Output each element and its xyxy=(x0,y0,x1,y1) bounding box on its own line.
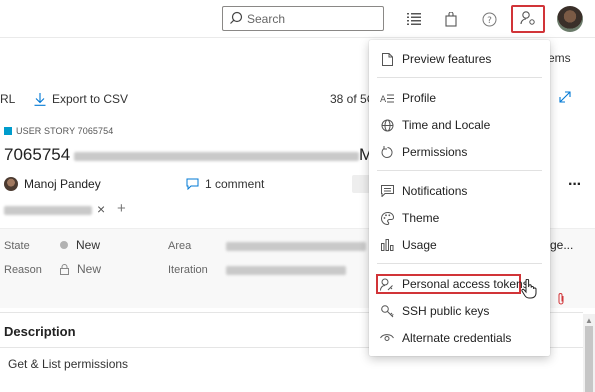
expand-icon[interactable] xyxy=(558,90,572,107)
comments-link[interactable]: 1 comment xyxy=(186,177,264,191)
state-label: State xyxy=(4,240,30,252)
hand-cursor-icon xyxy=(521,278,537,302)
iteration-label: Iteration xyxy=(168,264,208,276)
menu-item-ssh-public-keys[interactable]: SSH public keys xyxy=(369,299,550,323)
user-settings-menu: Preview features A Profile Time and Loca… xyxy=(369,40,550,356)
comment-icon xyxy=(186,178,199,190)
add-tag-button[interactable]: + xyxy=(117,200,126,217)
state-value: New xyxy=(76,238,101,252)
avatar[interactable] xyxy=(557,6,583,32)
state-dot xyxy=(60,241,68,249)
menu-item-profile[interactable]: A Profile xyxy=(369,86,550,110)
menu-item-permissions[interactable]: Permissions xyxy=(369,140,550,164)
help-icon[interactable]: ? xyxy=(479,9,499,29)
follow-button[interactable] xyxy=(352,175,370,193)
download-icon xyxy=(34,92,46,106)
menu-item-label: SSH public keys xyxy=(402,304,490,318)
reason-value: New xyxy=(77,262,102,276)
lock-icon xyxy=(60,263,69,275)
svg-text:?: ? xyxy=(487,16,492,26)
assigned-user[interactable]: Manoj Pandey xyxy=(4,177,101,191)
chat-icon xyxy=(380,184,394,198)
menu-item-label: Alternate credentials xyxy=(402,331,512,345)
menu-item-notifications[interactable]: Notifications xyxy=(369,179,550,203)
eye-icon xyxy=(380,331,394,345)
scroll-up-icon[interactable]: ▲ xyxy=(585,316,593,325)
palette-icon xyxy=(380,211,394,225)
items-partial-text: ems xyxy=(548,51,571,65)
search-input[interactable]: Search xyxy=(247,12,285,26)
menu-item-usage[interactable]: Usage xyxy=(369,233,550,257)
top-bar: Search ? xyxy=(0,0,595,38)
menu-item-time-and-locale[interactable]: Time and Locale xyxy=(369,113,550,137)
remove-tag-button[interactable]: × xyxy=(97,201,105,217)
list-icon[interactable] xyxy=(404,9,424,29)
attachment-icon[interactable] xyxy=(556,292,566,309)
menu-item-label: Permissions xyxy=(402,145,468,159)
menu-item-label: Preview features xyxy=(402,52,492,66)
reason-field[interactable]: New xyxy=(60,262,101,276)
work-item-type-label: USER STORY 7065754 xyxy=(16,126,114,136)
menu-item-label: Time and Locale xyxy=(402,118,491,132)
area-suffix: ge... xyxy=(550,238,574,252)
redacted-area[interactable] xyxy=(226,242,366,251)
user-settings-icon xyxy=(520,10,536,29)
menu-item-theme[interactable]: Theme xyxy=(369,206,550,230)
svg-text:A: A xyxy=(380,95,387,104)
refresh-icon xyxy=(380,145,394,159)
export-csv-label: Export to CSV xyxy=(52,92,129,106)
bar-chart-icon xyxy=(380,238,394,252)
reason-label: Reason xyxy=(4,264,42,276)
work-item-type: USER STORY 7065754 xyxy=(4,126,113,136)
menu-divider xyxy=(377,77,542,78)
search-box[interactable]: Search xyxy=(222,6,384,31)
description-body[interactable]: Get & List permissions xyxy=(8,357,128,371)
shopping-bag-icon[interactable] xyxy=(441,9,461,29)
document-icon xyxy=(380,52,394,66)
profile-icon: A xyxy=(380,91,394,105)
scrollbar-thumb[interactable] xyxy=(585,326,593,392)
user-story-icon xyxy=(4,127,12,135)
author-avatar xyxy=(4,177,18,191)
key-icon xyxy=(380,304,394,318)
menu-item-label: Theme xyxy=(402,211,440,225)
description-title: Description xyxy=(4,324,76,339)
redacted-iteration[interactable] xyxy=(226,266,346,275)
redacted-tag xyxy=(4,206,92,215)
comments-label: 1 comment xyxy=(205,177,265,191)
export-csv-button[interactable]: Export to CSV xyxy=(34,92,128,106)
author-name: Manoj Pandey xyxy=(24,177,101,191)
menu-item-preview-features[interactable]: Preview features xyxy=(369,47,550,71)
menu-item-label: Usage xyxy=(402,238,437,252)
menu-divider xyxy=(377,170,542,171)
work-item-id: 7065754 xyxy=(4,145,71,164)
globe-icon xyxy=(380,118,394,132)
redacted-title xyxy=(74,152,359,161)
more-actions-button[interactable]: ··· xyxy=(568,176,582,194)
user-settings-button[interactable] xyxy=(511,5,545,33)
menu-item-label: Notifications xyxy=(402,184,468,198)
menu-item-label: Profile xyxy=(402,91,437,105)
menu-item-alternate-credentials[interactable]: Alternate credentials xyxy=(369,326,550,350)
menu-item-label: Personal access tokens xyxy=(402,277,529,291)
copy-url-partial[interactable]: RL xyxy=(0,92,15,106)
area-label: Area xyxy=(168,240,192,252)
search-icon xyxy=(229,11,243,28)
user-key-icon xyxy=(380,277,394,291)
menu-divider xyxy=(377,263,542,264)
state-field[interactable]: New xyxy=(60,238,100,252)
